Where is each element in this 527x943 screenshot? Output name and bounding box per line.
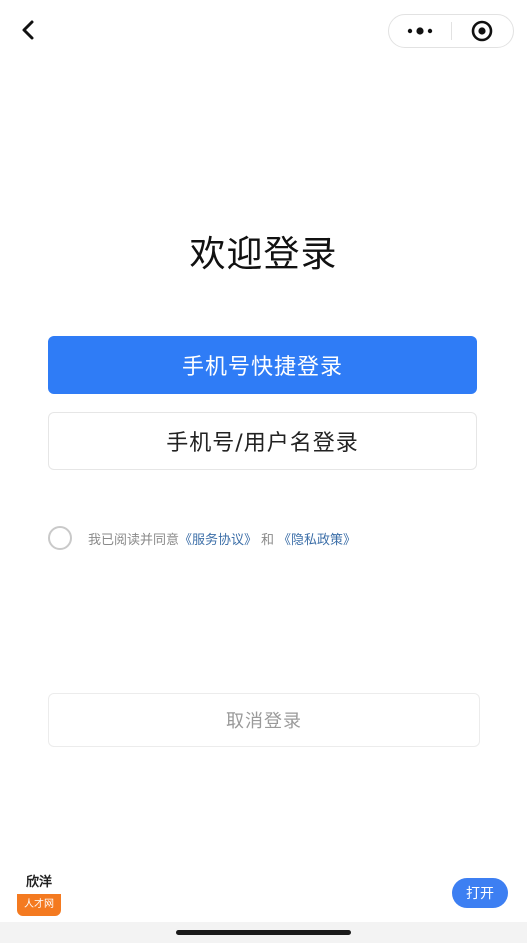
service-agreement-link[interactable]: 《服务协议》 [179, 529, 257, 548]
more-dots-icon [407, 27, 432, 35]
back-button[interactable] [12, 14, 44, 46]
more-button[interactable] [389, 15, 451, 47]
cancel-login-button[interactable]: 取消登录 [48, 693, 480, 747]
app-logo-name: 欣洋 [17, 872, 61, 894]
agreement-checkbox[interactable] [48, 526, 72, 550]
phone-quick-login-button[interactable]: 手机号快捷登录 [48, 336, 477, 394]
agreement-conjunction: 和 [261, 532, 275, 548]
agreement-prefix: 我已阅读并同意 [88, 532, 180, 548]
phone-username-login-button[interactable]: 手机号/用户名登录 [48, 412, 477, 470]
chevron-left-icon [22, 20, 34, 40]
app-logo-subtitle: 人才网 [17, 894, 61, 916]
close-miniprogram-button[interactable] [452, 15, 514, 47]
privacy-policy-link[interactable]: 《隐私政策》 [278, 529, 356, 548]
app-logo[interactable]: 欣洋 人才网 [17, 872, 61, 916]
home-indicator[interactable] [176, 930, 351, 935]
login-screen: 欢迎登录 手机号快捷登录 手机号/用户名登录 我已阅读并同意 《服务协议》 和 … [0, 0, 527, 943]
agreement-row: 我已阅读并同意 《服务协议》 和 《隐私政策》 [48, 525, 356, 551]
target-circle-icon [471, 20, 493, 42]
miniprogram-capsule [388, 14, 514, 48]
open-app-button[interactable]: 打开 [452, 878, 508, 908]
page-title: 欢迎登录 [189, 234, 338, 275]
